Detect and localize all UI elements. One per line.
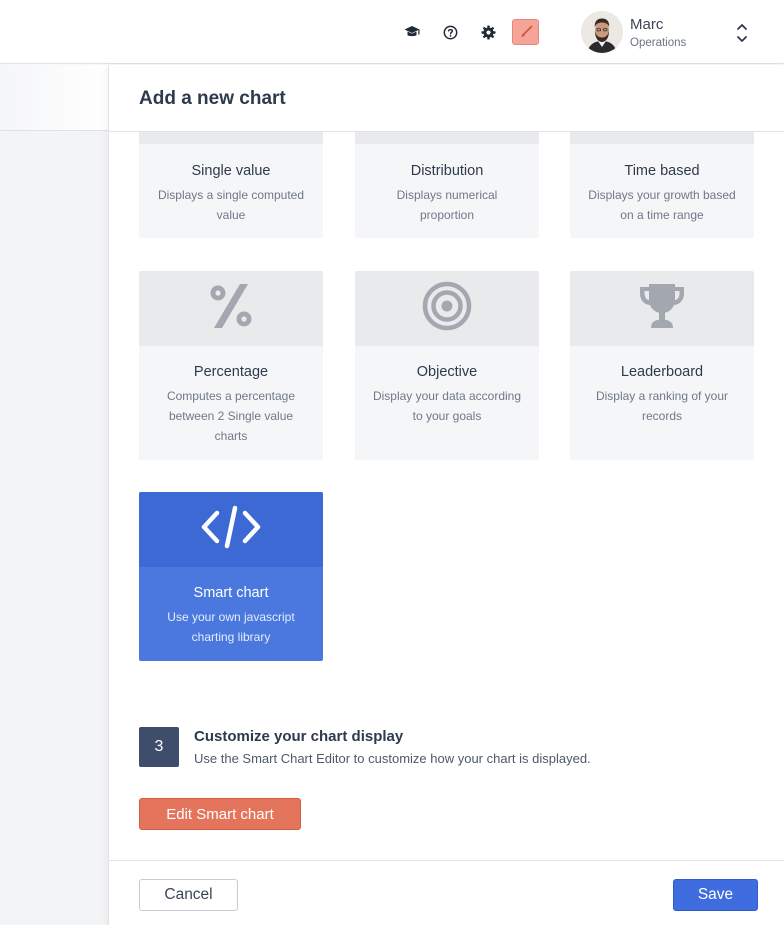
user-name[interactable]: Marc: [630, 16, 663, 33]
percent-icon: [206, 281, 256, 336]
card-description: Display your data according to your goal…: [372, 389, 522, 423]
step-title: Customize your chart display: [194, 728, 404, 745]
background-page-header: [0, 65, 108, 131]
card-description: Displays your growth based on a time ran…: [588, 188, 736, 222]
save-button[interactable]: Save: [673, 879, 758, 911]
step-description: Use the Smart Chart Editor to customize …: [194, 751, 591, 766]
panel-title: Add a new chart: [139, 88, 286, 109]
card-illustration: [139, 492, 323, 567]
card-illustration: [139, 271, 323, 346]
card-title: Percentage: [193, 364, 269, 380]
edit-smart-chart-button[interactable]: Edit Smart chart: [139, 798, 301, 830]
avatar[interactable]: [581, 11, 623, 53]
chart-type-card-single-value[interactable]: Single value Displays a single computed …: [139, 131, 323, 238]
card-description: Use your own javascript charting library: [167, 610, 295, 644]
panel-footer: Cancel Save: [109, 860, 784, 925]
card-illustration: [355, 271, 539, 346]
card-title: Objective: [416, 364, 478, 380]
card-title: Time based: [624, 163, 700, 179]
add-chart-panel: Add a new chart Single value Displays a …: [108, 65, 784, 925]
card-illustration: [355, 131, 539, 144]
card-description: Displays numerical proportion: [396, 188, 498, 222]
card-description: Computes a percentage between 2 Single v…: [166, 389, 296, 443]
user-role: Operations: [630, 37, 687, 49]
card-description: Displays a single computed value: [157, 188, 305, 222]
chart-type-card-leaderboard[interactable]: Leaderboard Display a ranking of your re…: [570, 271, 754, 460]
card-title: Single value: [191, 163, 271, 179]
paint-brush-icon[interactable]: [512, 19, 539, 45]
card-title: Leaderboard: [620, 364, 704, 380]
code-icon: [200, 505, 262, 554]
step-number-badge: 3: [139, 727, 179, 767]
target-icon: [422, 281, 472, 336]
gear-icon[interactable]: [478, 22, 498, 42]
card-title: Smart chart: [193, 585, 269, 601]
trophy-icon: [635, 281, 689, 336]
card-title: Distribution: [410, 163, 484, 179]
card-illustration: [570, 271, 754, 346]
background-page: [0, 65, 108, 925]
graduation-cap-icon[interactable]: [402, 22, 422, 42]
chart-type-card-time-based[interactable]: Time based Displays your growth based on…: [570, 131, 754, 238]
chart-type-card-percentage[interactable]: Percentage Computes a percentage between…: [139, 271, 323, 460]
cancel-button[interactable]: Cancel: [139, 879, 238, 911]
chart-type-card-smart-chart[interactable]: Smart chart Use your own javascript char…: [139, 492, 323, 661]
help-circle-icon[interactable]: [440, 22, 460, 42]
panel-header: Add a new chart: [109, 65, 784, 132]
chart-type-card-objective[interactable]: Objective Display your data according to…: [355, 271, 539, 460]
chevron-up-down-icon[interactable]: [734, 21, 750, 45]
card-description: Display a ranking of your records: [595, 389, 729, 423]
chart-type-card-distribution[interactable]: Distribution Displays numerical proporti…: [355, 131, 539, 238]
top-bar: Marc Operations: [0, 0, 784, 64]
card-illustration: [570, 131, 754, 144]
card-illustration: [139, 131, 323, 144]
